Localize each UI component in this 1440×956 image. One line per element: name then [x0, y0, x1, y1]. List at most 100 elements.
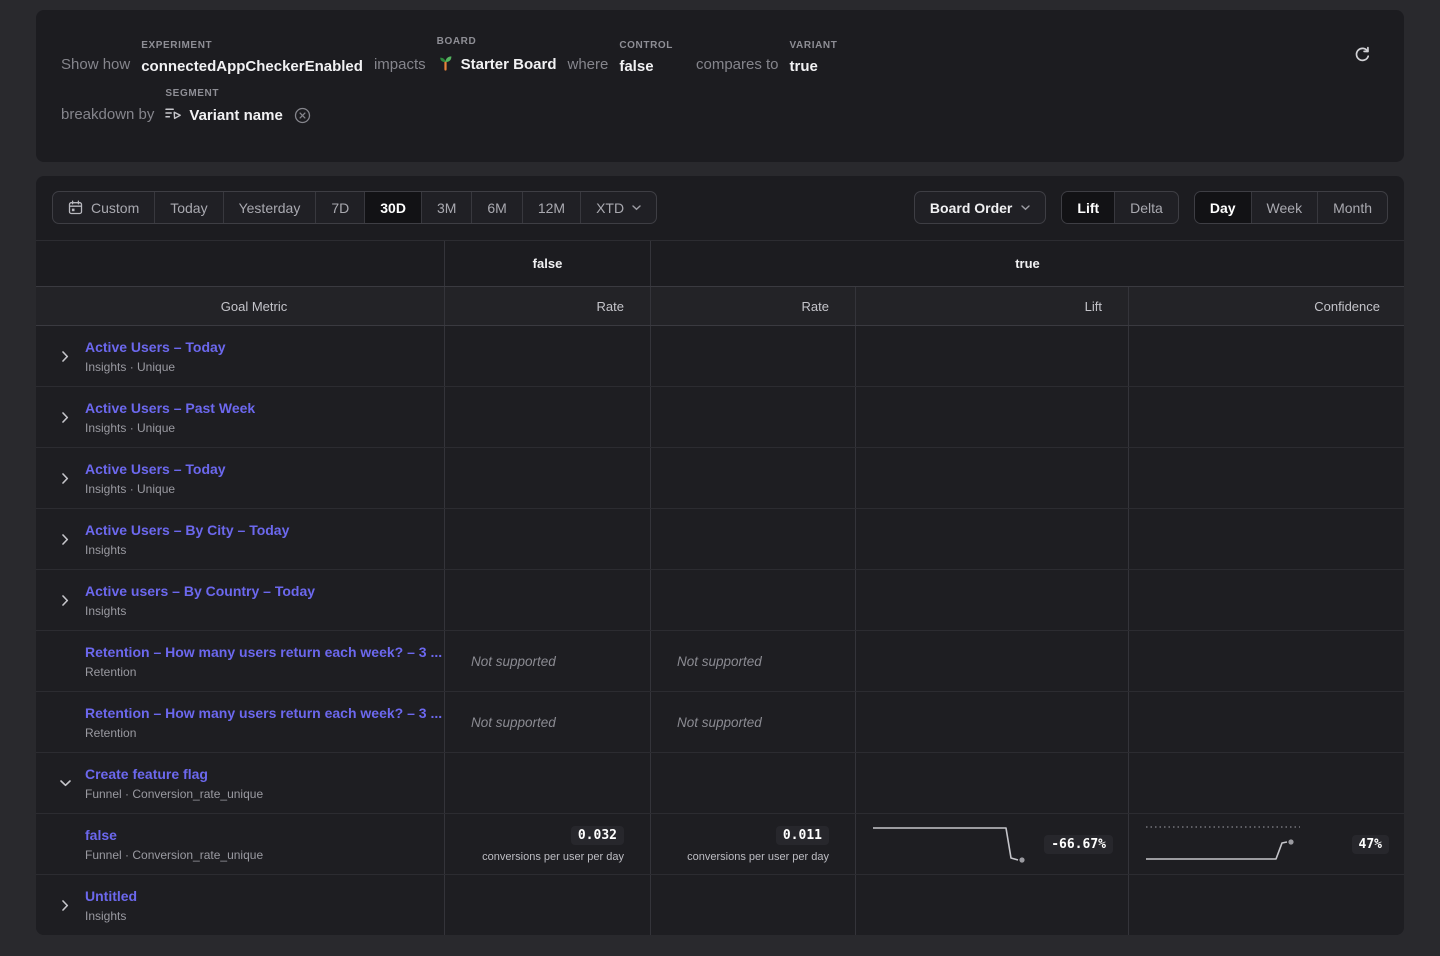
metric-link[interactable]: Active users – By Country – Today — [85, 583, 444, 599]
results-panel: Custom Today Yesterday 7D 30D 3M 6M 12M … — [36, 176, 1404, 935]
metric-link[interactable]: Active Users – Past Week — [85, 400, 444, 416]
granularity-month[interactable]: Month — [1318, 192, 1387, 223]
metric-link[interactable]: Active Users – Today — [85, 339, 444, 355]
results-table: false true Goal Metric Rate Rate Lift Co… — [36, 240, 1404, 935]
confidence-cell — [1128, 509, 1404, 569]
rate-variant-unit: conversions per user per day — [687, 851, 829, 863]
metric-link[interactable]: false — [85, 827, 444, 843]
metric-subtitle: Insights · Unique — [85, 360, 444, 374]
date-range-xtd[interactable]: XTD — [581, 192, 656, 223]
control-selector[interactable]: CONTROL false — [619, 40, 673, 75]
segment-selector[interactable]: SEGMENT Variant name — [165, 88, 310, 125]
table-row: Active Users – Past Week Insights · Uniq… — [36, 387, 1404, 448]
results-toolbar: Custom Today Yesterday 7D 30D 3M 6M 12M … — [52, 191, 1388, 224]
collapse-chevron-icon[interactable] — [56, 774, 74, 792]
granularity-week[interactable]: Week — [1252, 192, 1319, 223]
toolbar-right: Board Order Lift Delta Day Week Month — [914, 191, 1388, 224]
refresh-button[interactable] — [1348, 42, 1376, 70]
metric-subtitle: Funnel · Conversion_rate_unique — [85, 787, 444, 801]
rate-variant-header: Rate — [650, 287, 855, 325]
board-value[interactable]: Starter Board — [461, 56, 557, 73]
confidence-cell — [1128, 448, 1404, 508]
confidence-cell — [1128, 387, 1404, 447]
expand-chevron-icon[interactable] — [56, 408, 74, 426]
lift-cell — [855, 570, 1128, 630]
date-range-custom[interactable]: Custom — [53, 192, 155, 223]
metric-link[interactable]: Untitled — [85, 888, 444, 904]
rate-control-cell — [444, 326, 650, 386]
rate-control-cell — [444, 448, 650, 508]
rate-control-value: 0.032 — [571, 826, 624, 845]
date-range-12m[interactable]: 12M — [523, 192, 581, 223]
metric-link[interactable]: Active Users – By City – Today — [85, 522, 444, 538]
variant-value[interactable]: true — [790, 58, 838, 75]
table-row: Retention – How many users return each w… — [36, 631, 1404, 692]
date-range-yesterday[interactable]: Yesterday — [224, 192, 317, 223]
metric-subtitle: Retention — [85, 665, 444, 679]
date-range-30d[interactable]: 30D — [365, 192, 422, 223]
confidence-cell — [1128, 631, 1404, 691]
confidence-cell — [1128, 875, 1404, 935]
confidence-cell: 47% — [1128, 814, 1404, 874]
metric-subtitle: Insights — [85, 909, 444, 923]
metric-subtitle: Funnel · Conversion_rate_unique — [85, 848, 444, 862]
segment-filter-icon — [165, 106, 182, 125]
rate-control-unit: conversions per user per day — [482, 851, 624, 863]
rate-control-cell — [444, 570, 650, 630]
granularity-day[interactable]: Day — [1195, 192, 1252, 223]
expand-chevron-icon[interactable] — [56, 591, 74, 609]
confidence-value: 47% — [1352, 835, 1389, 854]
rate-variant-cell — [650, 875, 855, 935]
date-range-today[interactable]: Today — [155, 192, 223, 223]
metric-subtitle: Insights · Unique — [85, 421, 444, 435]
segment-value[interactable]: Variant name — [189, 107, 282, 124]
rate-control-cell — [444, 753, 650, 813]
board-order-button[interactable]: Board Order — [914, 191, 1046, 224]
confidence-header: Confidence — [1128, 287, 1404, 325]
mode-delta[interactable]: Delta — [1115, 192, 1178, 223]
metric-subtitle: Insights · Unique — [85, 482, 444, 496]
variant-selector[interactable]: VARIANT true — [790, 40, 838, 75]
lift-cell: -66.67% — [855, 814, 1128, 874]
mode-lift[interactable]: Lift — [1062, 192, 1115, 223]
calendar-icon — [68, 200, 83, 215]
chevron-down-icon — [632, 205, 641, 211]
board-selector[interactable]: BOARD Starter Board — [437, 36, 557, 75]
variant-label: VARIANT — [790, 40, 838, 51]
rate-variant-cell: Not supported — [650, 692, 855, 752]
confidence-cell — [1128, 326, 1404, 386]
expand-chevron-icon[interactable] — [56, 897, 74, 915]
remove-circle-icon[interactable] — [294, 107, 311, 124]
date-range-6m[interactable]: 6M — [472, 192, 522, 223]
date-range-3m[interactable]: 3M — [422, 192, 472, 223]
expand-chevron-icon[interactable] — [56, 530, 74, 548]
table-row: Active Users – By City – Today Insights — [36, 509, 1404, 570]
metric-link[interactable]: Create feature flag — [85, 766, 444, 782]
expand-chevron-icon[interactable] — [56, 469, 74, 487]
metric-link[interactable]: Active Users – Today — [85, 461, 444, 477]
experiment-selector[interactable]: EXPERIMENT connectedAppCheckerEnabled — [141, 40, 363, 75]
expand-chevron-icon[interactable] — [56, 347, 74, 365]
lift-cell — [855, 753, 1128, 813]
lift-header: Lift — [855, 287, 1128, 325]
experiment-value[interactable]: connectedAppCheckerEnabled — [141, 58, 363, 75]
table-row: Retention – How many users return each w… — [36, 692, 1404, 753]
compares-to-text: compares to — [696, 56, 779, 75]
rate-variant-cell — [650, 448, 855, 508]
rate-control-cell: 0.032 conversions per user per day — [444, 814, 650, 874]
lift-cell — [855, 509, 1128, 569]
rate-variant-cell — [650, 387, 855, 447]
lift-cell — [855, 631, 1128, 691]
metric-subtitle: Insights — [85, 543, 444, 557]
date-range-7d[interactable]: 7D — [316, 192, 365, 223]
query-row-2: breakdown by SEGMENT Variant name — [61, 88, 311, 125]
lift-value: -66.67% — [1044, 835, 1113, 854]
confidence-cell — [1128, 753, 1404, 813]
breakdown-by-text: breakdown by — [61, 106, 154, 125]
date-range-control: Custom Today Yesterday 7D 30D 3M 6M 12M … — [52, 191, 657, 224]
control-value[interactable]: false — [619, 58, 673, 75]
segment-label: SEGMENT — [165, 88, 310, 99]
metric-link[interactable]: Retention – How many users return each w… — [85, 644, 444, 660]
confidence-cell — [1128, 570, 1404, 630]
metric-link[interactable]: Retention – How many users return each w… — [85, 705, 444, 721]
